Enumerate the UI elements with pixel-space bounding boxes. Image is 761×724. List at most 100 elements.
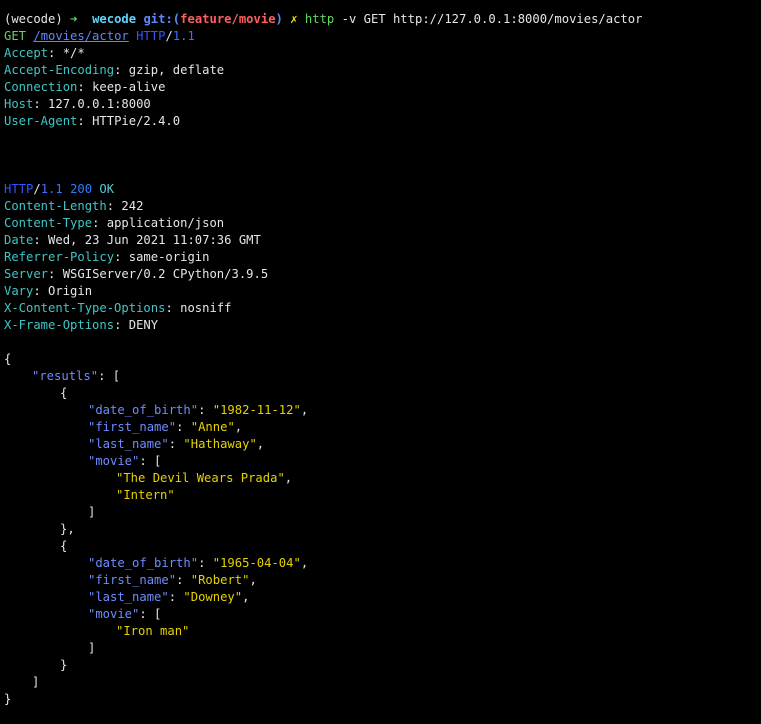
response-header: X-Frame-Options: DENY (4, 318, 159, 332)
json-string: "Hathaway" (183, 437, 257, 451)
header-name: Host (4, 97, 34, 111)
request-version: 1.1 (172, 29, 195, 43)
request-line: GET /movies/actor HTTP/1.1 (4, 28, 761, 45)
json-string: "Robert" (190, 573, 250, 587)
header-name: X-Frame-Options (4, 318, 115, 332)
json-line: "last_name": "Downey", (88, 590, 250, 604)
header-name: Referrer-Policy (4, 250, 115, 264)
header-value: Wed, 23 Jun 2021 11:07:36 GMT (48, 233, 261, 247)
json-key: "date_of_birth" (88, 556, 199, 570)
header-name: Connection (4, 80, 78, 94)
virtualenv-label: (wecode) (4, 12, 63, 26)
header-name: X-Content-Type-Options (4, 301, 166, 315)
json-string: "Iron man" (116, 624, 190, 638)
command-args: -v GET http://127.0.0.1:8000/movies/acto… (341, 12, 643, 26)
json-line: "date_of_birth": "1982-11-12", (88, 403, 309, 417)
request-proto-slash: / (165, 29, 173, 43)
response-header: Date: Wed, 23 Jun 2021 11:07:36 GMT (4, 233, 261, 247)
json-line: "last_name": "Hathaway", (88, 437, 265, 451)
json-bracket: ] (32, 675, 40, 689)
request-proto: HTTP (136, 29, 166, 43)
header-value: 242 (121, 199, 144, 213)
json-line: "resutls": [ (32, 369, 121, 383)
json-key: "last_name" (88, 437, 169, 451)
header-value: nosniff (180, 301, 232, 315)
status-line: HTTP/1.1 200 OK (4, 181, 761, 198)
json-key: "movie" (88, 607, 140, 621)
response-header: Content-Type: application/json (4, 216, 225, 230)
git-prefix: git:( (143, 12, 181, 26)
git-dirty-icon: ✗ (290, 12, 298, 26)
json-string: "The Devil Wears Prada" (116, 471, 285, 485)
request-header: Host: 127.0.0.1:8000 (4, 97, 151, 111)
json-string: "1982-11-12" (212, 403, 301, 417)
json-string: "Anne" (190, 420, 235, 434)
request-header: User-Agent: HTTPie/2.4.0 (4, 114, 181, 128)
header-value: same-origin (128, 250, 210, 264)
json-line: "first_name": "Anne", (88, 420, 243, 434)
header-name: Content-Length (4, 199, 107, 213)
header-name: User-Agent (4, 114, 78, 128)
current-directory: wecode (92, 12, 137, 26)
header-value: Origin (48, 284, 93, 298)
request-header: Accept: */* (4, 46, 85, 60)
json-line: "first_name": "Robert", (88, 573, 257, 587)
json-key: "first_name" (88, 573, 177, 587)
json-line: "movie": [ (88, 607, 162, 621)
request-header: Accept-Encoding: gzip, deflate (4, 63, 225, 77)
json-line: "date_of_birth": "1965-04-04", (88, 556, 309, 570)
header-value: DENY (128, 318, 159, 332)
header-name: Date (4, 233, 34, 247)
git-suffix: ) (275, 12, 283, 26)
header-value: HTTPie/2.4.0 (92, 114, 181, 128)
request-method: GET (4, 29, 27, 43)
header-name: Accept-Encoding (4, 63, 115, 77)
terminal-window[interactable]: (wecode) ➜ wecode git:(feature/movie) ✗ … (0, 0, 761, 724)
json-bracket: ] (88, 505, 96, 519)
json-line: "movie": [ (88, 454, 162, 468)
json-line: "The Devil Wears Prada", (116, 471, 293, 485)
json-string: "Downey" (183, 590, 243, 604)
header-name: Accept (4, 46, 49, 60)
prompt-line: (wecode) ➜ wecode git:(feature/movie) ✗ … (4, 11, 761, 28)
header-value: WSGIServer/0.2 CPython/3.9.5 (62, 267, 269, 281)
status-code: 200 (70, 182, 93, 196)
header-value: gzip, deflate (128, 63, 225, 77)
json-brace: } (4, 692, 12, 706)
json-key: "date_of_birth" (88, 403, 199, 417)
header-value: application/json (106, 216, 225, 230)
json-key: "first_name" (88, 420, 177, 434)
request-header: Connection: keep-alive (4, 80, 166, 94)
header-name: Vary (4, 284, 34, 298)
json-string: "1965-04-04" (212, 556, 301, 570)
response-version: 1.1 (40, 182, 63, 196)
response-proto: HTTP (4, 182, 34, 196)
json-brace: { (4, 352, 12, 366)
json-brace: } (60, 658, 68, 672)
git-branch: feature/movie (180, 12, 276, 26)
response-header: Server: WSGIServer/0.2 CPython/3.9.5 (4, 267, 269, 281)
command-name: http (304, 12, 335, 26)
header-value: 127.0.0.1:8000 (48, 97, 151, 111)
response-header: Content-Length: 242 (4, 199, 144, 213)
response-header: Vary: Origin (4, 284, 93, 298)
request-path: /movies/actor (33, 29, 129, 43)
json-key: "resutls" (32, 369, 99, 383)
json-body: { "resutls": [ { "date_of_birth": "1982-… (4, 351, 761, 708)
header-name: Content-Type (4, 216, 93, 230)
header-name: Server (4, 267, 49, 281)
status-reason: OK (99, 182, 115, 196)
response-proto-slash: / (33, 182, 41, 196)
json-key: "last_name" (88, 590, 169, 604)
prompt-arrow-icon: ➜ (70, 12, 78, 26)
json-line: "Iron man" (4, 623, 761, 640)
json-brace: }, (60, 522, 75, 536)
header-value: keep-alive (92, 80, 166, 94)
json-bracket: ] (88, 641, 96, 655)
json-string: "Intern" (116, 488, 175, 502)
response-header: X-Content-Type-Options: nosniff (4, 301, 232, 315)
